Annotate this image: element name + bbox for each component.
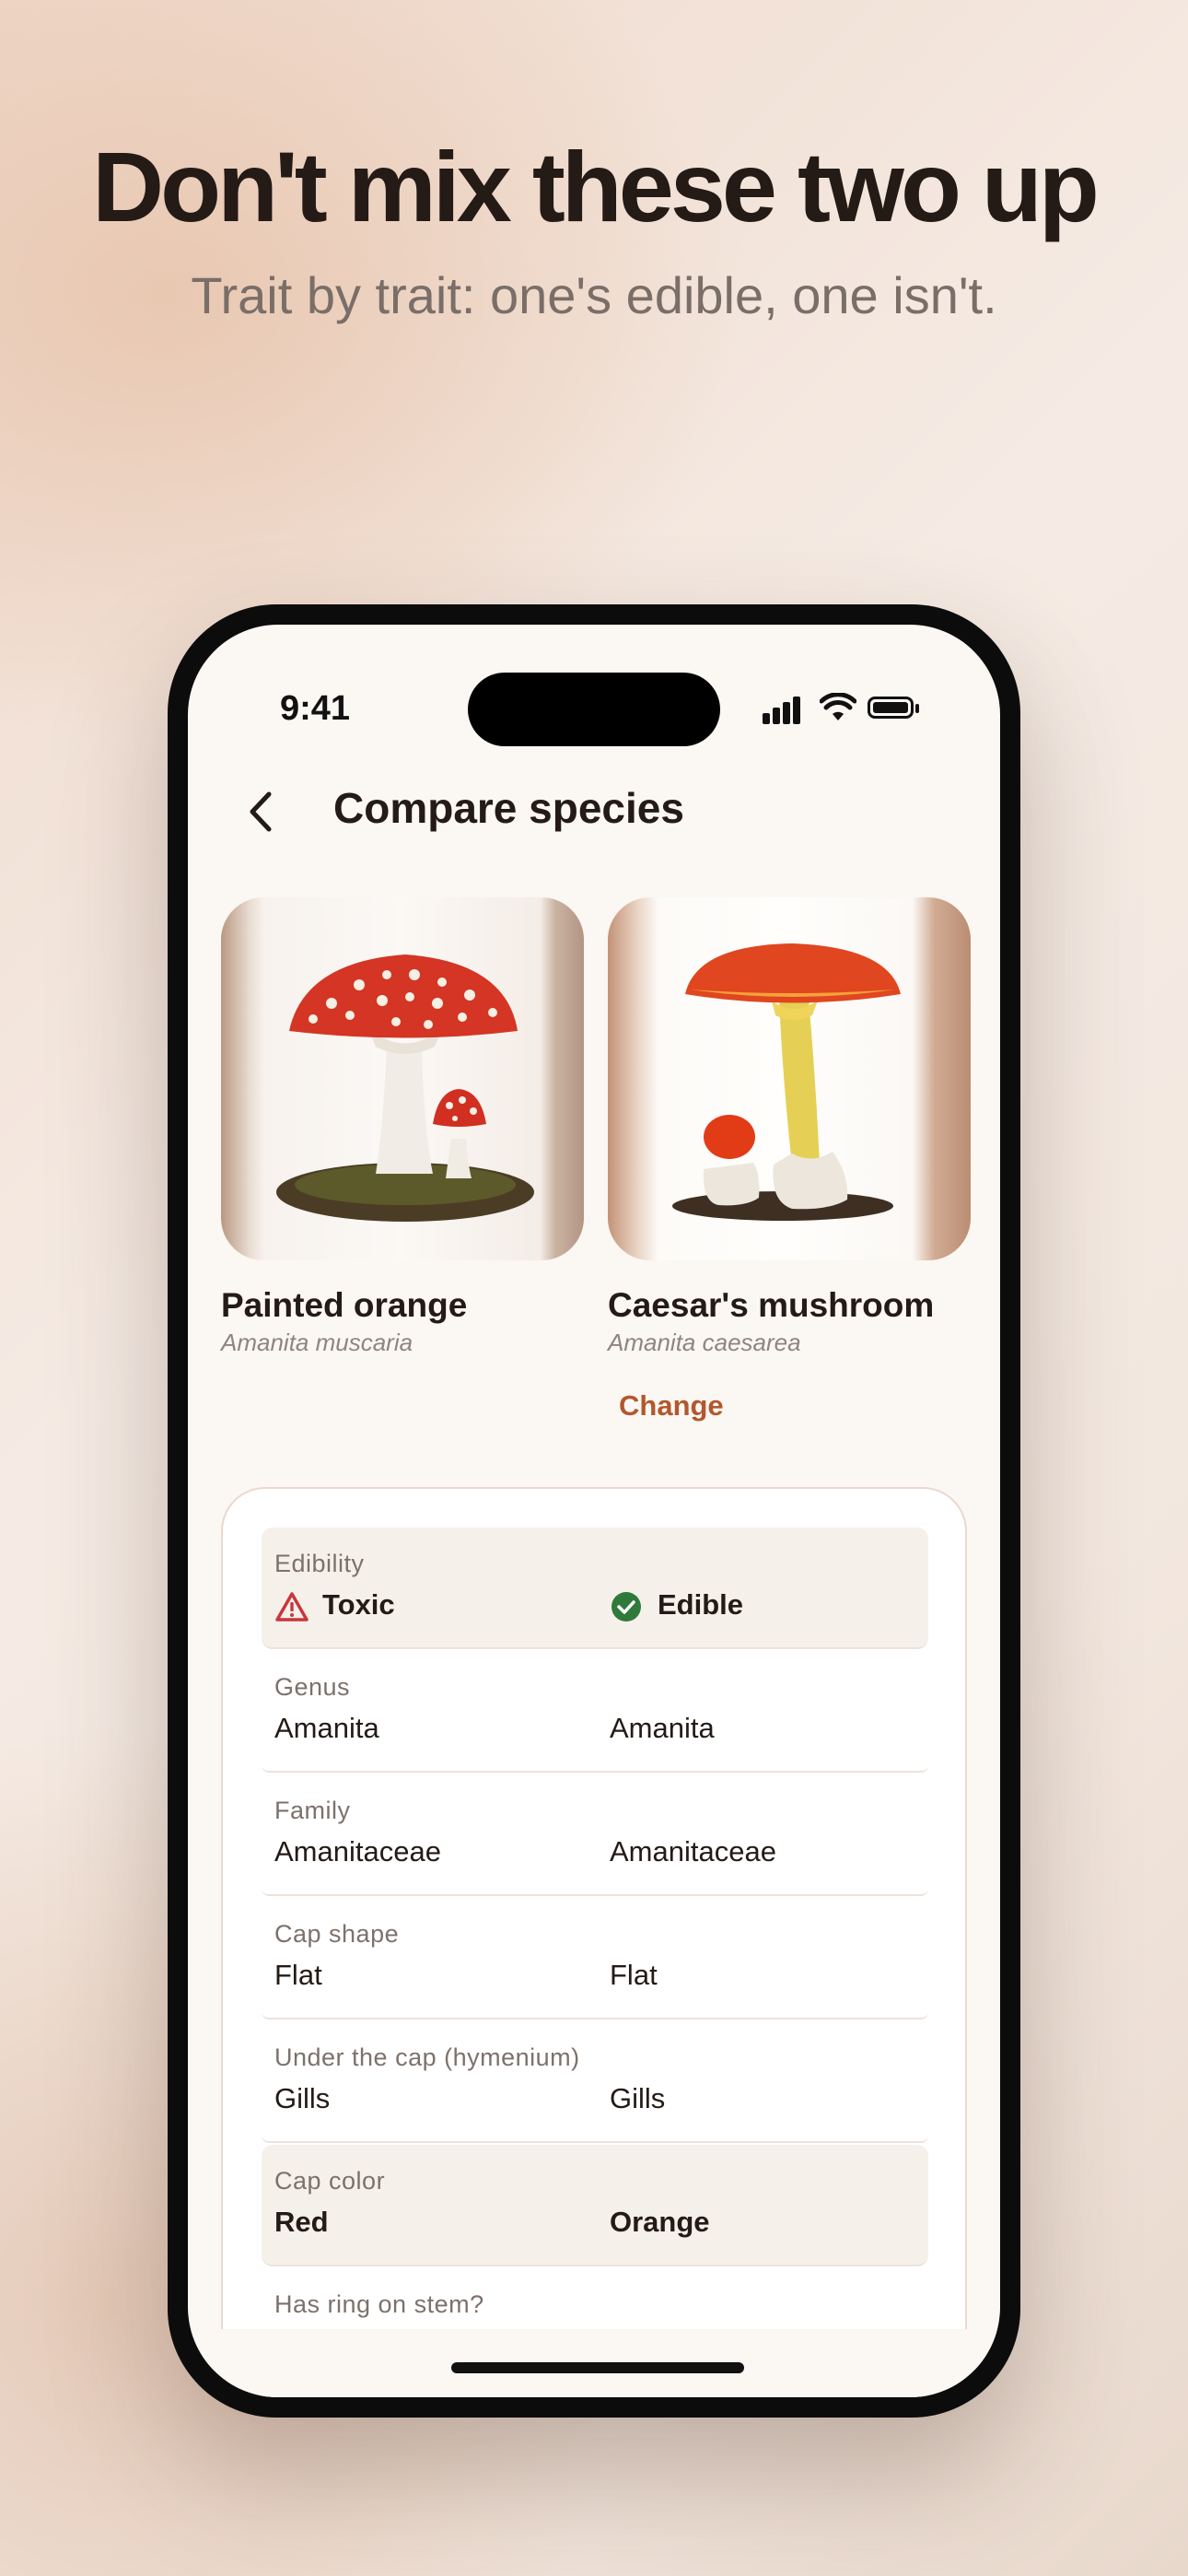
caesars-mushroom-illustration [672,943,901,1221]
trait-label: Cap shape [274,1920,400,1948]
status-time: 9:41 [280,689,351,728]
trait-value-right: Amanita [610,1712,715,1744]
marketing-subheadline: Trait by trait: one's edible, one isn't. [191,266,997,324]
trait-label: Has ring on stem? [274,2290,484,2318]
home-indicator[interactable] [451,2362,744,2373]
check-circle-icon [611,1592,641,1622]
trait-value-left: Toxic [274,1588,395,1622]
trait-value-right: Flat [610,1959,658,1991]
marketing-headline: Don't mix these two up [92,131,1100,242]
trait-value-right: Amanitaceae [610,1835,776,1868]
trait-label: Under the cap (hymenium) [274,2043,580,2071]
trait-row-family: Family Amanitaceae Amanitaceae [262,1774,928,1896]
trait-value-right: Orange [610,2206,710,2238]
cellular-signal-icon [763,697,803,724]
trait-row-genus: Genus Amanita Amanita [262,1651,928,1773]
trait-row-hymenium: Under the cap (hymenium) Gills Gills [262,2021,928,2143]
trait-label: Family [274,1797,351,1824]
species-latin-right: Amanita caesarea [608,1329,801,1356]
chevron-left-icon[interactable] [228,779,293,844]
trait-value-left: Red [274,2206,329,2238]
fly-agaric-illustration [276,954,534,1222]
trait-label: Cap color [274,2167,386,2195]
app-screen: 9:41 Compare species Painted orange Aman… [188,625,1000,2397]
species-name-right: Caesar's mushroom [608,1286,935,1324]
trait-row-cap-shape: Cap shape Flat Flat [262,1898,928,2020]
trait-row-cap-color: Cap color Red Orange [262,2145,928,2266]
trait-value-left: Amanitaceae [274,1835,441,1868]
phone-frame: 9:41 Compare species Painted orange Aman… [168,604,1020,2418]
warning-triangle-icon [275,1592,309,1622]
trait-value-right: Edible [610,1588,743,1622]
change-species-button[interactable]: Change [619,1389,724,1423]
species-image-right[interactable] [608,897,971,1260]
species-name-left: Painted orange [221,1286,468,1324]
traits-comparison-card: Edibility Toxic Edible Genus Amanita Ama… [221,1487,967,2397]
species-latin-left: Amanita muscaria [221,1329,413,1356]
trait-value-left: Amanita [274,1712,379,1744]
dynamic-island [468,673,720,746]
trait-row-edibility: Edibility Toxic Edible [262,1528,928,1649]
wifi-icon [820,693,856,720]
species-image-left[interactable] [221,897,584,1260]
trait-label: Genus [274,1673,351,1701]
trait-value-left: Gills [274,2082,331,2114]
page-title: Compare species [333,784,684,832]
trait-label: Edibility [274,1550,365,1577]
trait-value-right: Gills [610,2082,666,2114]
battery-icon [868,697,919,719]
trait-value-left: Flat [274,1959,322,1991]
